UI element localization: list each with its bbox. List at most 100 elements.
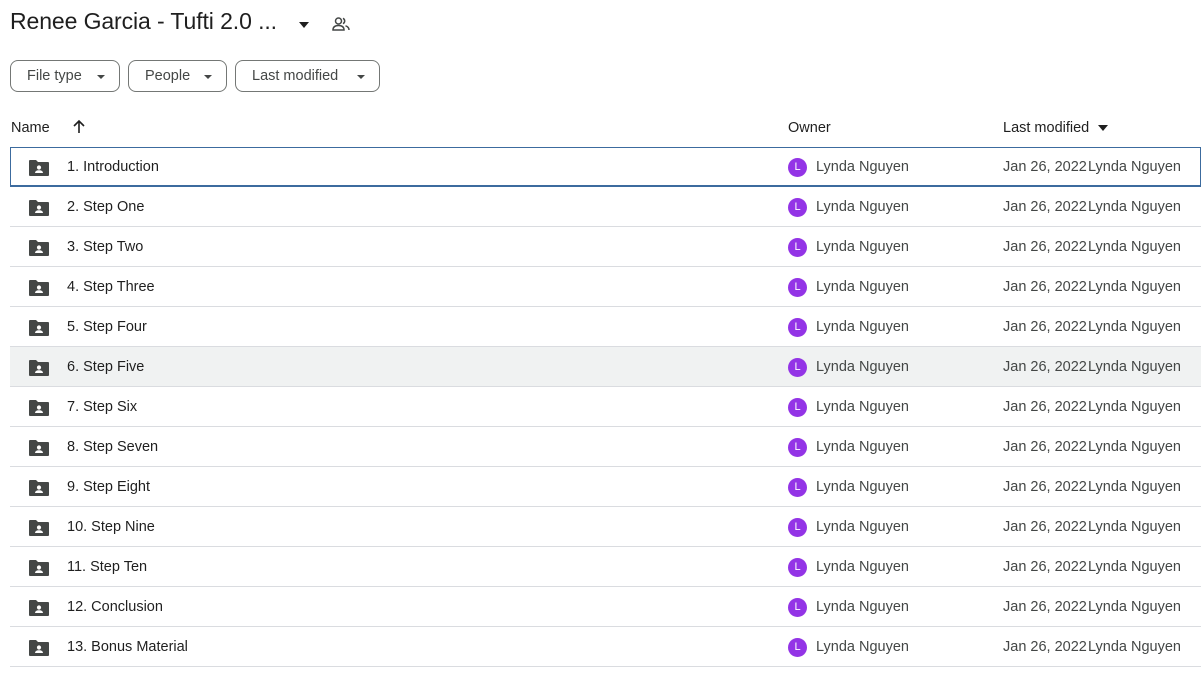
- table-row[interactable]: 3. Step Two L Lynda Nguyen Jan 26, 2022 Lynd…: [10, 227, 1201, 267]
- owner-avatar: L: [788, 158, 807, 177]
- owner-name: Lynda Nguyen: [816, 639, 909, 655]
- column-header-owner[interactable]: Owner: [788, 120, 831, 136]
- modified-by: Lynda Nguyen: [1088, 279, 1181, 295]
- table-row[interactable]: 12. Conclusion L Lynda Nguyen Jan 26, 2022 L…: [10, 587, 1201, 627]
- arrow-drop-down-icon[interactable]: [296, 17, 312, 33]
- table-row[interactable]: 11. Step Ten L Lynda Nguyen Jan 26, 2022 Lyn…: [10, 547, 1201, 587]
- arrow-drop-down-icon: [204, 75, 212, 79]
- file-name[interactable]: 7. Step Six: [67, 399, 137, 415]
- owner-avatar: L: [788, 558, 807, 577]
- file-name[interactable]: 8. Step Seven: [67, 439, 158, 455]
- file-name[interactable]: 5. Step Four: [67, 319, 147, 335]
- modified-by: Lynda Nguyen: [1088, 519, 1181, 535]
- people-filter[interactable]: People: [128, 60, 227, 92]
- shared-folder-icon: [28, 199, 50, 217]
- owner-name: Lynda Nguyen: [816, 159, 909, 175]
- modified-date: Jan 26, 2022: [1003, 639, 1087, 655]
- owner-name: Lynda Nguyen: [816, 319, 909, 335]
- owner-avatar: L: [788, 638, 807, 657]
- modified-by: Lynda Nguyen: [1088, 199, 1181, 215]
- modified-by: Lynda Nguyen: [1088, 239, 1181, 255]
- shared-folder-icon: [28, 519, 50, 537]
- shared-folder-icon: [28, 599, 50, 617]
- modified-by: Lynda Nguyen: [1088, 359, 1181, 375]
- arrow-drop-down-icon: [97, 75, 105, 79]
- chip-label: File type: [27, 68, 82, 84]
- modified-date: Jan 26, 2022: [1003, 359, 1087, 375]
- shared-folder-icon: [28, 279, 50, 297]
- shared-folder-icon: [28, 159, 50, 177]
- file-name[interactable]: 12. Conclusion: [67, 599, 163, 615]
- owner-name: Lynda Nguyen: [816, 279, 909, 295]
- page-header: Renee Garcia - Tufti 2.0 ...: [0, 0, 1201, 50]
- file-name[interactable]: 1. Introduction: [67, 159, 159, 175]
- modified-date: Jan 26, 2022: [1003, 239, 1087, 255]
- modified-by: Lynda Nguyen: [1088, 639, 1181, 655]
- file-name[interactable]: 3. Step Two: [67, 239, 143, 255]
- file-name[interactable]: 13. Bonus Material: [67, 639, 188, 655]
- table-row[interactable]: 5. Step Four L Lynda Nguyen Jan 26, 2022 Lyn…: [10, 307, 1201, 347]
- modified-by: Lynda Nguyen: [1088, 159, 1181, 175]
- owner-avatar: L: [788, 478, 807, 497]
- shared-folder-icon: [28, 239, 50, 257]
- table-row[interactable]: 7. Step Six L Lynda Nguyen Jan 26, 2022 Lynd…: [10, 387, 1201, 427]
- owner-avatar: L: [788, 518, 807, 537]
- shared-folder-icon: [28, 639, 50, 657]
- table-row[interactable]: 13. Bonus Material L Lynda Nguyen Jan 26, 2…: [10, 627, 1201, 667]
- column-header-name[interactable]: Name: [11, 120, 50, 136]
- modified-date: Jan 26, 2022: [1003, 399, 1087, 415]
- owner-avatar: L: [788, 358, 807, 377]
- table-row[interactable]: 8. Step Seven L Lynda Nguyen Jan 26, 2022 Ly…: [10, 427, 1201, 467]
- folder-title[interactable]: Renee Garcia - Tufti 2.0 ...: [10, 8, 277, 35]
- owner-avatar: L: [788, 398, 807, 417]
- modified-date: Jan 26, 2022: [1003, 559, 1087, 575]
- shared-folder-icon: [28, 439, 50, 457]
- arrow-upward-icon[interactable]: [71, 119, 87, 135]
- modified-date: Jan 26, 2022: [1003, 319, 1087, 335]
- modified-date: Jan 26, 2022: [1003, 479, 1087, 495]
- file-name[interactable]: 11. Step Ten: [67, 559, 147, 575]
- owner-name: Lynda Nguyen: [816, 399, 909, 415]
- file-name[interactable]: 2. Step One: [67, 199, 144, 215]
- table-row[interactable]: 10. Step Nine L Lynda Nguyen Jan 26, 2022 Ly…: [10, 507, 1201, 547]
- modified-date: Jan 26, 2022: [1003, 599, 1087, 615]
- modified-by: Lynda Nguyen: [1088, 559, 1181, 575]
- owner-avatar: L: [788, 238, 807, 257]
- file-name[interactable]: 4. Step Three: [67, 279, 155, 295]
- modified-date: Jan 26, 2022: [1003, 439, 1087, 455]
- shared-folder-icon: [28, 479, 50, 497]
- file-name[interactable]: 6. Step Five: [67, 359, 144, 375]
- column-header-last-modified[interactable]: Last modified: [1003, 120, 1089, 136]
- chip-label: Last modified: [252, 68, 339, 84]
- table-row[interactable]: 1. Introduction L Lynda Nguyen Jan 26, 2022…: [10, 147, 1201, 187]
- owner-avatar: L: [788, 278, 807, 297]
- modified-by: Lynda Nguyen: [1088, 479, 1181, 495]
- owner-name: Lynda Nguyen: [816, 199, 909, 215]
- modified-by: Lynda Nguyen: [1088, 599, 1181, 615]
- owner-name: Lynda Nguyen: [816, 599, 909, 615]
- table-header: Name Owner Last modified: [0, 108, 1201, 148]
- chip-label: People: [145, 68, 191, 84]
- owner-name: Lynda Nguyen: [816, 439, 909, 455]
- file-type-filter[interactable]: File type: [10, 60, 120, 92]
- last-modified-filter[interactable]: Last modified: [235, 60, 380, 92]
- table-row[interactable]: 6. Step Five L Lynda Nguyen Jan 26, 2022 Lyn…: [10, 347, 1201, 387]
- table-row[interactable]: 2. Step One L Lynda Nguyen Jan 26, 2022 Lynd…: [10, 187, 1201, 227]
- file-name[interactable]: 10. Step Nine: [67, 519, 155, 535]
- people-outline-icon[interactable]: [331, 14, 351, 34]
- modified-date: Jan 26, 2022: [1003, 159, 1087, 175]
- owner-name: Lynda Nguyen: [816, 559, 909, 575]
- modified-date: Jan 26, 2022: [1003, 519, 1087, 535]
- table-row[interactable]: 9. Step Eight L Lynda Nguyen Jan 26, 2022 Ly…: [10, 467, 1201, 507]
- modified-by: Lynda Nguyen: [1088, 319, 1181, 335]
- owner-name: Lynda Nguyen: [816, 359, 909, 375]
- modified-date: Jan 26, 2022: [1003, 199, 1087, 215]
- owner-avatar: L: [788, 198, 807, 217]
- table-row[interactable]: 4. Step Three L Lynda Nguyen Jan 26, 2022 Ly…: [10, 267, 1201, 307]
- modified-by: Lynda Nguyen: [1088, 399, 1181, 415]
- arrow-drop-down-icon[interactable]: [1097, 123, 1109, 133]
- file-list: 1. Introduction L Lynda Nguyen Jan 26, 2022…: [10, 147, 1201, 667]
- owner-name: Lynda Nguyen: [816, 239, 909, 255]
- shared-folder-icon: [28, 359, 50, 377]
- file-name[interactable]: 9. Step Eight: [67, 479, 150, 495]
